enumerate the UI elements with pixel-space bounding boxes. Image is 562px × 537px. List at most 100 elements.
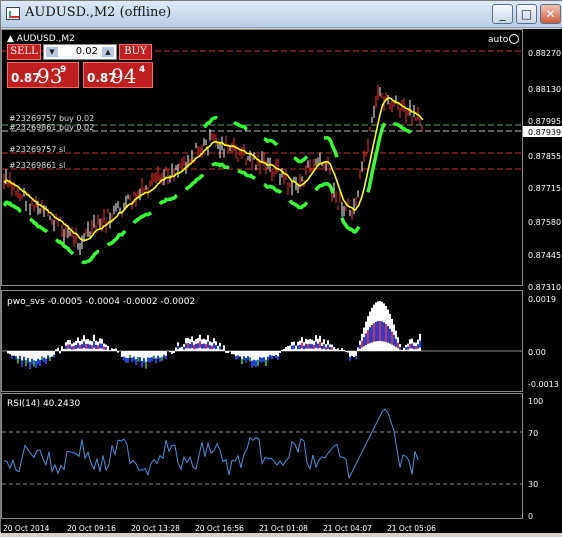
pwo-bar-color xyxy=(161,357,163,361)
pwo-bar-color xyxy=(365,333,367,345)
pwo-bar-color xyxy=(395,339,397,347)
pwo-bar-color xyxy=(45,359,47,364)
pwo-bar xyxy=(171,351,173,354)
ask-fraction: 4 xyxy=(139,65,145,75)
pwo-bar xyxy=(335,349,337,351)
pwo-bar-color xyxy=(15,356,17,359)
pwo-bar-color xyxy=(411,344,413,349)
trend-band-segment xyxy=(82,251,99,262)
pwo-bar xyxy=(295,346,297,351)
pwo-bar xyxy=(115,348,117,351)
pwo-bar-color xyxy=(241,359,243,364)
pwo-bar-color xyxy=(325,347,327,350)
pwo-bar xyxy=(179,348,181,351)
pwo-bar-color xyxy=(89,345,91,349)
pwo-bar-color xyxy=(95,345,97,349)
sell-button[interactable]: SELL xyxy=(7,44,41,60)
pwo-bar xyxy=(281,350,283,351)
pwo-label: pwo_svs -0.0005 -0.0004 -0.0002 -0.0002 xyxy=(7,297,195,307)
pwo-bar xyxy=(351,351,353,356)
pwo-bar-color xyxy=(163,355,165,358)
pwo-bar-color xyxy=(397,343,399,349)
symbol-label: ▲ AUDUSD.,M2 xyxy=(7,34,75,44)
trend-band-segment xyxy=(342,218,359,232)
pwo-bar xyxy=(287,346,289,351)
order-label-1: #23269757 buy 0.02 xyxy=(9,114,94,123)
pwo-bar-color xyxy=(47,355,49,358)
pwo-bar xyxy=(403,348,405,351)
chart-app-icon xyxy=(6,7,20,20)
pwo-bar-color xyxy=(185,343,187,348)
pwo-bar-color xyxy=(349,357,351,361)
pwo-bar-color xyxy=(261,358,263,363)
pwo-bar-color xyxy=(157,356,159,359)
buy-button[interactable]: BUY xyxy=(119,44,152,60)
pwo-bar-color xyxy=(201,344,203,349)
pwo-bar-color xyxy=(183,347,185,350)
close-button[interactable]: ✕ xyxy=(540,4,561,24)
pwo-bar-color xyxy=(33,360,35,366)
pwo-bar-color xyxy=(73,346,75,349)
pwo-bar xyxy=(283,349,285,351)
pwo-bar-color xyxy=(361,341,363,348)
lot-up-icon[interactable]: ▲ xyxy=(102,47,114,57)
rsi-label: RSI(14) 40.2430 xyxy=(7,399,80,409)
pwo-bar-color xyxy=(305,344,307,349)
ask-price-button[interactable]: 0.87 94 4 xyxy=(83,62,153,88)
pwo-bar xyxy=(55,349,57,351)
bid-price-button[interactable]: 0.87 93 9 xyxy=(7,62,79,88)
sl-label-1: #23269757 sl xyxy=(9,145,65,154)
pwo-bar-color xyxy=(195,344,197,349)
pwo-bar xyxy=(227,351,229,353)
terminal-window: AUDUSD.,M2 (offline) _ □ ✕ ▲ AUDUSD.,M2 … xyxy=(0,0,562,532)
smiley-icon xyxy=(510,35,519,44)
price-tick: 0.87715 xyxy=(528,184,561,193)
pwo-bar-color xyxy=(311,344,313,349)
pwo-bar-color xyxy=(327,345,329,349)
pwo-bar-color xyxy=(143,358,145,363)
lot-size-stepper[interactable]: ▼ 0.02 ▲ xyxy=(43,44,117,60)
pwo-bar-color xyxy=(155,358,157,363)
pwo-bar-color xyxy=(271,356,273,359)
pwo-bar-color xyxy=(259,357,261,361)
pwo-bar xyxy=(229,351,231,352)
pwo-bar xyxy=(337,348,339,351)
trend-band-segment xyxy=(204,118,217,127)
lot-down-icon[interactable]: ▼ xyxy=(46,47,58,57)
auto-scroll-label[interactable]: auto xyxy=(488,35,509,45)
chart-area[interactable]: ▲ AUDUSD.,M2 auto #23269757 buy 0.02 #23… xyxy=(1,29,562,533)
pwo-bar xyxy=(51,351,53,357)
pwo-bar-color xyxy=(187,343,189,348)
lot-size-value[interactable]: 0.02 xyxy=(76,46,98,57)
maximize-button[interactable]: □ xyxy=(516,4,537,24)
pwo-bar-color xyxy=(197,343,199,348)
pwo-bar-color xyxy=(317,344,319,349)
pwo-bar xyxy=(57,348,59,351)
pwo-bar-color xyxy=(91,345,93,349)
pwo-bar-color xyxy=(419,341,421,348)
pwo-bar-color xyxy=(371,325,373,342)
pwo-bar-color xyxy=(329,347,331,350)
trend-band-segment xyxy=(234,122,247,129)
pwo-bar-color xyxy=(319,342,321,348)
pwo-bar-color xyxy=(49,357,51,361)
pwo-bar-color xyxy=(153,356,155,359)
pwo-bar xyxy=(181,347,183,351)
minimize-button[interactable]: _ xyxy=(492,4,513,24)
pwo-bar-color xyxy=(277,356,279,360)
trend-band-segment xyxy=(264,185,281,193)
pwo-bar-color xyxy=(375,322,377,341)
pwo-bar-color xyxy=(125,358,127,362)
chart-canvas[interactable]: ▲ AUDUSD.,M2 auto #23269757 buy 0.02 #23… xyxy=(1,29,562,533)
pwo-bar xyxy=(169,351,171,352)
pwo-bar-color xyxy=(85,344,87,349)
pwo-bar-color xyxy=(23,357,25,361)
pwo-bar-color xyxy=(75,345,77,349)
pwo-bar-color xyxy=(377,321,379,341)
pwo-tick: 0.0019 xyxy=(528,295,556,304)
pwo-bar-color xyxy=(41,356,43,360)
pwo-bar xyxy=(217,346,219,351)
rsi-tick: 100 xyxy=(528,397,543,406)
pwo-bar-color xyxy=(405,347,407,349)
pwo-bar-color xyxy=(299,345,301,349)
